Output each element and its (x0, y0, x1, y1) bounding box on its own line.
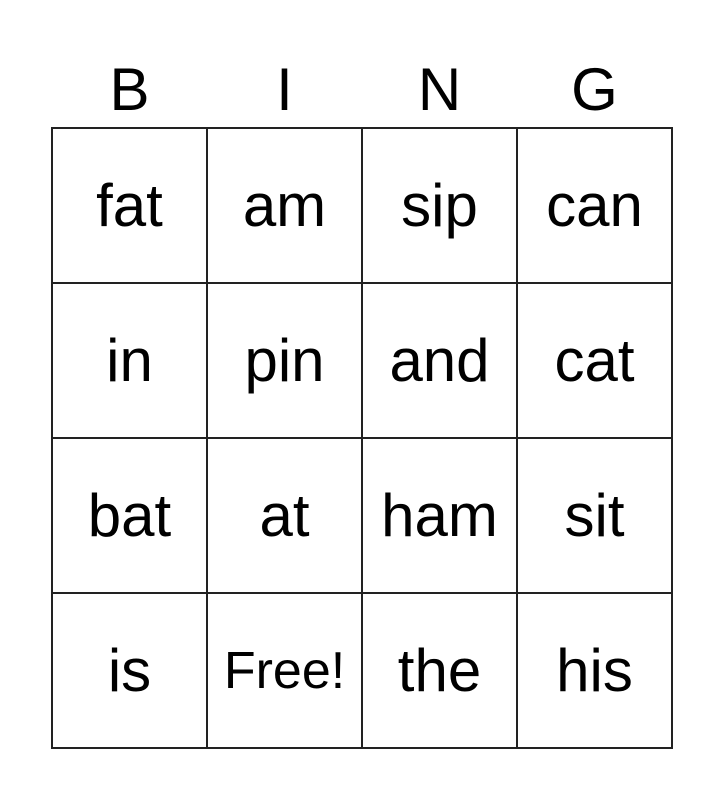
bingo-cell[interactable]: can (518, 129, 673, 284)
header-letter-g: G (571, 56, 618, 123)
bingo-grid: fat am sip can in pin and cat bat at ham… (51, 127, 673, 749)
header-letter-b: B (109, 56, 150, 123)
bingo-cell[interactable]: and (363, 284, 518, 439)
bingo-cell[interactable]: sip (363, 129, 518, 284)
header-letter-n: N (417, 56, 462, 123)
bingo-cell[interactable]: bat (53, 439, 208, 594)
bingo-cell[interactable]: ham (363, 439, 518, 594)
bingo-header: B I N G (52, 52, 672, 128)
bingo-cell[interactable]: his (518, 594, 673, 749)
bingo-cell[interactable]: the (363, 594, 518, 749)
bingo-cell[interactable]: at (208, 439, 363, 594)
bingo-cell[interactable]: in (53, 284, 208, 439)
bingo-cell[interactable]: pin (208, 284, 363, 439)
bingo-cell[interactable]: is (53, 594, 208, 749)
bingo-cell[interactable]: fat (53, 129, 208, 284)
header-letter-i: I (276, 56, 293, 123)
bingo-cell[interactable]: am (208, 129, 363, 284)
bingo-cell[interactable]: sit (518, 439, 673, 594)
free-space-cell[interactable]: Free! (208, 594, 363, 749)
bingo-cell[interactable]: cat (518, 284, 673, 439)
